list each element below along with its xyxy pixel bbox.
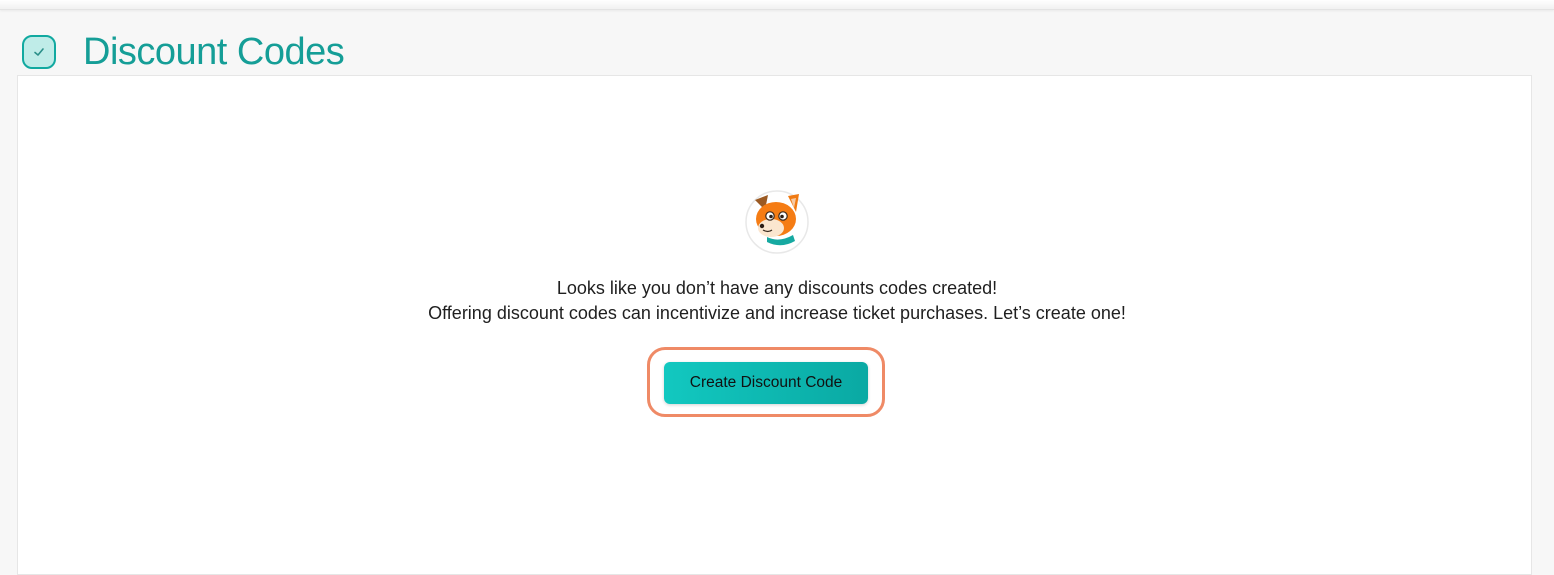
top-bar bbox=[0, 0, 1554, 10]
empty-state-line-2: Offering discount codes can incentivize … bbox=[428, 303, 1126, 323]
page-title: Discount Codes bbox=[83, 31, 345, 73]
create-discount-code-button[interactable]: Create Discount Code bbox=[664, 362, 868, 404]
empty-state-line-1: Looks like you don’t have any discounts … bbox=[556, 278, 998, 298]
fox-mascot-icon bbox=[741, 186, 811, 256]
page-header: Discount Codes bbox=[22, 30, 345, 74]
empty-state-message: Looks like you don’t have any discounts … bbox=[0, 276, 1554, 326]
check-icon bbox=[22, 35, 56, 69]
